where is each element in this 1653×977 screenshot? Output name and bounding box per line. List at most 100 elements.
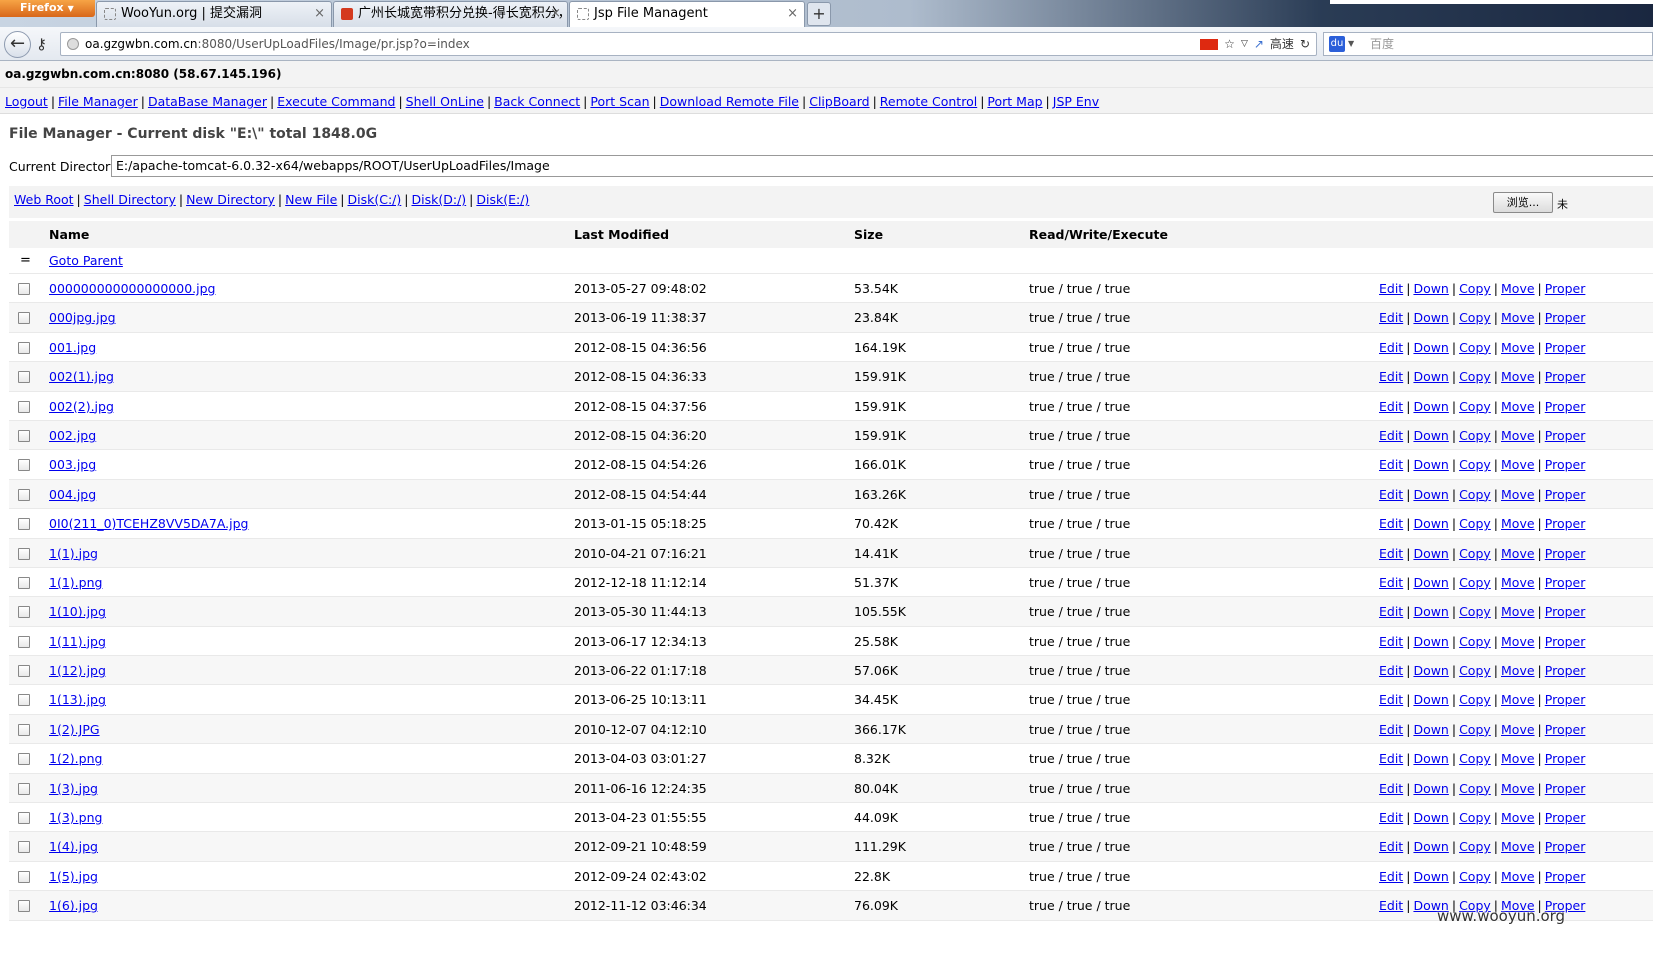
search-engine-icon[interactable]: du — [1329, 36, 1345, 52]
action-down[interactable]: Down — [1413, 369, 1448, 384]
action-move[interactable]: Move — [1501, 692, 1535, 707]
action-edit[interactable]: Edit — [1379, 663, 1403, 678]
row-checkbox[interactable] — [18, 341, 30, 354]
row-checkbox[interactable] — [18, 812, 30, 825]
row-checkbox[interactable] — [18, 723, 30, 736]
row-checkbox[interactable] — [18, 753, 30, 766]
new-file-link[interactable]: New File — [285, 192, 337, 207]
new-tab-button[interactable]: + — [807, 2, 831, 26]
action-move[interactable]: Move — [1501, 781, 1535, 796]
action-edit[interactable]: Edit — [1379, 722, 1403, 737]
upload-button-partial[interactable]: 未 — [1557, 196, 1568, 212]
dropdown-icon[interactable]: ▽ — [1241, 33, 1248, 55]
url-bar[interactable]: oa.gzgwbn.com.cn:8080/UserUpLoadFiles/Im… — [60, 32, 1317, 56]
row-checkbox[interactable] — [18, 606, 30, 619]
back-button[interactable]: ← — [4, 31, 31, 58]
row-checkbox[interactable] — [18, 400, 30, 413]
shell-directory-link[interactable]: Shell Directory — [84, 192, 176, 207]
action-proper[interactable]: Proper — [1545, 399, 1586, 414]
file-name-link[interactable]: 1(3).jpg — [49, 774, 98, 803]
action-edit[interactable]: Edit — [1379, 546, 1403, 561]
nav-execute-command[interactable]: Execute Command — [277, 94, 395, 109]
action-move[interactable]: Move — [1501, 634, 1535, 649]
action-move[interactable]: Move — [1501, 839, 1535, 854]
close-icon[interactable]: × — [550, 2, 561, 26]
action-down[interactable]: Down — [1413, 487, 1448, 502]
action-move[interactable]: Move — [1501, 516, 1535, 531]
action-edit[interactable]: Edit — [1379, 457, 1403, 472]
action-proper[interactable]: Proper — [1545, 340, 1586, 355]
nav-remote-control[interactable]: Remote Control — [880, 94, 977, 109]
action-edit[interactable]: Edit — [1379, 810, 1403, 825]
file-name-link[interactable]: 1(13).jpg — [49, 685, 106, 714]
search-bar[interactable]: du ▼ 百度 — [1323, 32, 1653, 56]
row-checkbox[interactable] — [18, 518, 30, 531]
action-copy[interactable]: Copy — [1459, 281, 1491, 296]
action-copy[interactable]: Copy — [1459, 575, 1491, 590]
action-edit[interactable]: Edit — [1379, 487, 1403, 502]
action-edit[interactable]: Edit — [1379, 634, 1403, 649]
row-checkbox[interactable] — [18, 870, 30, 883]
action-down[interactable]: Down — [1413, 634, 1448, 649]
action-edit[interactable]: Edit — [1379, 575, 1403, 590]
action-move[interactable]: Move — [1501, 869, 1535, 884]
action-edit[interactable]: Edit — [1379, 281, 1403, 296]
row-checkbox[interactable] — [18, 312, 30, 325]
row-checkbox[interactable] — [18, 635, 30, 648]
row-checkbox[interactable] — [18, 371, 30, 384]
action-copy[interactable]: Copy — [1459, 781, 1491, 796]
action-edit[interactable]: Edit — [1379, 399, 1403, 414]
action-down[interactable]: Down — [1413, 751, 1448, 766]
action-edit[interactable]: Edit — [1379, 340, 1403, 355]
action-proper[interactable]: Proper — [1545, 722, 1586, 737]
nav-port-scan[interactable]: Port Scan — [590, 94, 649, 109]
action-copy[interactable]: Copy — [1459, 692, 1491, 707]
action-move[interactable]: Move — [1501, 722, 1535, 737]
nav-download-remote-file[interactable]: Download Remote File — [660, 94, 799, 109]
file-name-link[interactable]: 1(10).jpg — [49, 597, 106, 626]
action-copy[interactable]: Copy — [1459, 839, 1491, 854]
action-down[interactable]: Down — [1413, 604, 1448, 619]
nav-port-map[interactable]: Port Map — [987, 94, 1042, 109]
close-icon[interactable]: × — [787, 2, 798, 26]
file-name-link[interactable]: 002(2).jpg — [49, 392, 114, 421]
row-checkbox[interactable] — [18, 429, 30, 442]
nav-back-connect[interactable]: Back Connect — [494, 94, 580, 109]
file-name-link[interactable]: 0I0(211_0)TCEHZ8VV5DA7A.jpg — [49, 509, 248, 538]
action-copy[interactable]: Copy — [1459, 487, 1491, 502]
action-move[interactable]: Move — [1501, 604, 1535, 619]
action-proper[interactable]: Proper — [1545, 281, 1586, 296]
action-copy[interactable]: Copy — [1459, 604, 1491, 619]
action-edit[interactable]: Edit — [1379, 839, 1403, 854]
action-down[interactable]: Down — [1413, 869, 1448, 884]
action-proper[interactable]: Proper — [1545, 516, 1586, 531]
action-proper[interactable]: Proper — [1545, 751, 1586, 766]
file-name-link[interactable]: 1(12).jpg — [49, 656, 106, 685]
action-copy[interactable]: Copy — [1459, 722, 1491, 737]
action-copy[interactable]: Copy — [1459, 663, 1491, 678]
action-proper[interactable]: Proper — [1545, 457, 1586, 472]
action-proper[interactable]: Proper — [1545, 546, 1586, 561]
action-down[interactable]: Down — [1413, 692, 1448, 707]
action-down[interactable]: Down — [1413, 516, 1448, 531]
current-directory-input[interactable]: E:/apache-tomcat-6.0.32-x64/webapps/ROOT… — [111, 155, 1653, 177]
row-checkbox[interactable] — [18, 665, 30, 678]
nav-file-manager[interactable]: File Manager — [58, 94, 138, 109]
action-copy[interactable]: Copy — [1459, 634, 1491, 649]
disk-c-link[interactable]: Disk(C:/) — [348, 192, 402, 207]
action-down[interactable]: Down — [1413, 663, 1448, 678]
tab-changcheng[interactable]: 广州长城宽带积分兑换-得长宽积分，... × — [333, 1, 568, 27]
action-edit[interactable]: Edit — [1379, 516, 1403, 531]
file-name-link[interactable]: 1(6).jpg — [49, 891, 98, 920]
file-name-link[interactable]: 002.jpg — [49, 421, 96, 450]
file-name-link[interactable]: 1(1).jpg — [49, 539, 98, 568]
action-copy[interactable]: Copy — [1459, 810, 1491, 825]
action-proper[interactable]: Proper — [1545, 428, 1586, 443]
star-icon[interactable]: ☆ — [1224, 33, 1235, 55]
nav-clipboard[interactable]: ClipBoard — [809, 94, 869, 109]
disk-e-link[interactable]: Disk(E:/) — [476, 192, 529, 207]
action-proper[interactable]: Proper — [1545, 839, 1586, 854]
file-name-link[interactable]: 000jpg.jpg — [49, 303, 116, 332]
action-edit[interactable]: Edit — [1379, 692, 1403, 707]
action-edit[interactable]: Edit — [1379, 604, 1403, 619]
